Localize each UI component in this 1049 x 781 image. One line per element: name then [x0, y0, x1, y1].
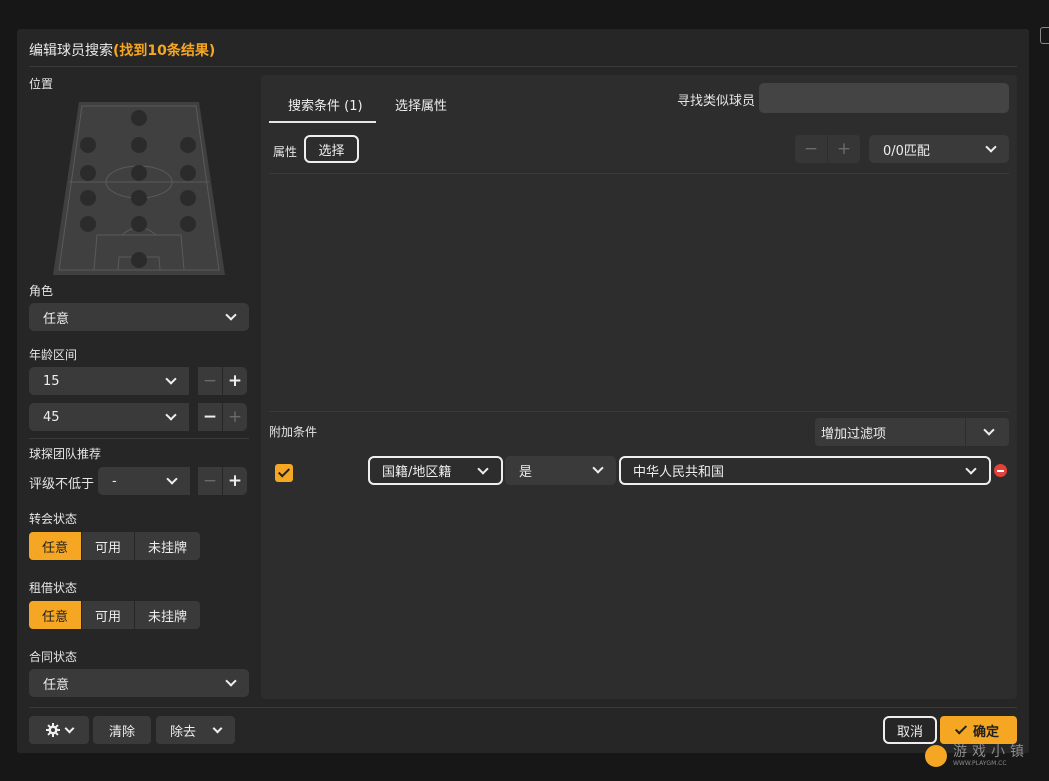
filter-field-value: 国籍/地区籍 — [382, 465, 452, 480]
chevron-down-icon — [985, 141, 997, 153]
chevron-down-icon — [64, 723, 74, 733]
find-similar-label: 寻找类似球员 — [677, 94, 756, 109]
section-divider — [29, 438, 249, 439]
filter-value-text: 中华人民共和国 — [633, 465, 725, 480]
chevron-down-icon — [165, 409, 177, 421]
role-value: 任意 — [43, 311, 70, 327]
loan-any-option[interactable]: 任意 — [29, 601, 82, 629]
age-range-label: 年龄区间 — [29, 348, 78, 362]
filter-operator-dropdown[interactable]: 是 — [505, 456, 616, 485]
watermark-url: WWW.PLAYGM.CC — [953, 760, 1007, 767]
footer-divider — [29, 707, 1017, 708]
age-min-value: 15 — [43, 373, 60, 389]
add-filter-label: 增加过滤项 — [821, 426, 887, 442]
loan-status-label: 租借状态 — [29, 581, 78, 595]
contract-status-dropdown[interactable]: 任意 — [29, 669, 249, 697]
remove-filter-icon[interactable] — [994, 464, 1007, 477]
age-max-increment-button[interactable]: + — [223, 403, 247, 431]
transfer-status-toggle: 任意 可用 未挂牌 — [29, 532, 201, 560]
chevron-down-icon — [965, 463, 977, 475]
transfer-unlisted-option[interactable]: 未挂牌 — [135, 532, 201, 560]
age-max-dropdown[interactable]: 45 — [29, 403, 189, 431]
match-dropdown[interactable]: 0/0匹配 — [869, 135, 1009, 163]
age-min-dropdown[interactable]: 15 — [29, 367, 189, 395]
min-rating-value: - — [112, 473, 117, 489]
remove-menu-button[interactable]: 除去 — [156, 716, 235, 744]
attributes-label: 属性 — [273, 145, 298, 159]
loan-status-toggle: 任意 可用 未挂牌 — [29, 601, 201, 629]
transfer-status-label: 转会状态 — [29, 512, 78, 526]
watermark: 游戏小镇 WWW.PLAYGM.CC — [925, 745, 1029, 767]
attributes-divider — [269, 173, 1009, 174]
min-rating-label: 评级不低于 — [29, 477, 95, 492]
role-label: 角色 — [29, 284, 54, 298]
age-max-value: 45 — [43, 409, 60, 425]
loan-available-option[interactable]: 可用 — [82, 601, 135, 629]
select-attributes-button[interactable]: 选择 — [304, 135, 359, 163]
match-value: 0/0匹配 — [883, 143, 930, 159]
clear-label: 清除 — [108, 724, 135, 740]
filter-value-dropdown[interactable]: 中华人民共和国 — [619, 456, 991, 485]
confirm-label: 确定 — [972, 724, 999, 740]
confirm-button[interactable]: 确定 — [940, 716, 1017, 744]
chevron-down-icon — [477, 463, 489, 475]
cancel-button[interactable]: 取消 — [883, 716, 937, 744]
remove-label: 除去 — [170, 724, 197, 740]
player-search-dialog: 编辑球员搜索(找到10条结果) 位置 角色 任意 年龄区间 15 − + 45 … — [17, 29, 1029, 753]
watermark-logo-icon — [925, 745, 947, 767]
add-filter-menu-button[interactable] — [966, 418, 1009, 446]
match-increment-button[interactable]: + — [828, 135, 860, 163]
loan-unlisted-option[interactable]: 未挂牌 — [135, 601, 201, 629]
position-label: 位置 — [29, 77, 54, 91]
find-similar-input[interactable] — [759, 83, 1009, 113]
checkmark-icon — [954, 721, 967, 735]
title-divider — [29, 66, 1017, 67]
chevron-down-icon — [225, 675, 237, 687]
rating-increment-button[interactable]: + — [223, 467, 247, 495]
filter-enabled-checkbox[interactable] — [275, 464, 293, 482]
extra-conditions-label: 附加条件 — [269, 425, 318, 439]
chevron-down-icon — [165, 373, 177, 385]
dialog-title-text: 编辑球员搜索 — [29, 43, 113, 59]
gear-icon — [45, 723, 60, 737]
search-criteria-panel: 搜索条件 (1) 选择属性 寻找类似球员 属性 选择 − + 0/0匹配 附加条… — [261, 75, 1017, 699]
window-edge-control — [1040, 27, 1049, 44]
age-min-increment-button[interactable]: + — [223, 367, 247, 395]
match-decrement-button[interactable]: − — [795, 135, 827, 163]
tab-search-criteria[interactable]: 搜索条件 (1) — [288, 95, 363, 114]
age-min-decrement-button[interactable]: − — [198, 367, 222, 395]
role-dropdown[interactable]: 任意 — [29, 303, 249, 331]
chevron-down-icon — [225, 309, 237, 321]
contract-status-value: 任意 — [43, 677, 70, 693]
extra-conditions-divider — [269, 411, 1009, 412]
add-filter-button[interactable]: 增加过滤项 — [815, 418, 965, 446]
active-tab-indicator — [269, 121, 376, 123]
chevron-down-icon — [166, 473, 178, 485]
contract-status-label: 合同状态 — [29, 650, 78, 664]
filter-field-dropdown[interactable]: 国籍/地区籍 — [368, 456, 503, 485]
rating-decrement-button[interactable]: − — [198, 467, 222, 495]
min-rating-dropdown[interactable]: - — [98, 467, 190, 495]
scout-recommendation-label: 球探团队推荐 — [29, 447, 102, 461]
tab-select-attributes[interactable]: 选择属性 — [395, 95, 447, 114]
filter-operator-value: 是 — [519, 465, 533, 480]
settings-menu-button[interactable] — [29, 716, 89, 744]
chevron-down-icon — [592, 462, 604, 474]
result-count: (找到10条结果) — [113, 43, 216, 59]
age-max-decrement-button[interactable]: − — [198, 403, 222, 431]
dialog-title: 编辑球员搜索(找到10条结果) — [29, 40, 215, 60]
clear-button[interactable]: 清除 — [93, 716, 151, 744]
transfer-available-option[interactable]: 可用 — [82, 532, 135, 560]
chevron-down-icon — [983, 424, 995, 436]
pitch-position-selector[interactable] — [52, 102, 226, 276]
chevron-down-icon — [212, 723, 223, 734]
transfer-any-option[interactable]: 任意 — [29, 532, 82, 560]
watermark-text: 游戏小镇 — [953, 744, 1029, 760]
